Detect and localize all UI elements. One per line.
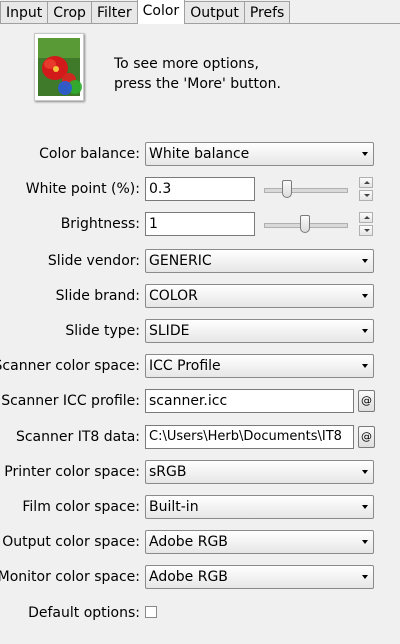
monitor-color-space-row: Monitor color space: Adobe RGB (0, 565, 400, 591)
scanner-color-space-row: Scanner color space: ICC Profile (0, 354, 400, 380)
white-point-slider[interactable] (264, 180, 348, 200)
brightness-row: Brightness: 1 (0, 212, 400, 238)
film-color-space-label: Film color space: (22, 499, 140, 515)
spin-down-icon[interactable] (359, 225, 373, 236)
slide-brand-select[interactable]: COLOR (145, 284, 374, 308)
scanner-it8-data-input[interactable]: C:\Users\Herb\Documents\IT8 (145, 425, 354, 449)
output-color-space-row: Output color space: Adobe RGB (0, 530, 400, 556)
slide-type-value: SLIDE (149, 323, 190, 339)
color-balance-row: Color balance: White balance (0, 142, 400, 168)
slide-vendor-select[interactable]: GENERIC (145, 249, 374, 273)
scanner-color-space-value: ICC Profile (149, 358, 221, 374)
scanner-icc-profile-input[interactable]: scanner.icc (145, 389, 354, 413)
slider-thumb[interactable] (282, 180, 292, 198)
printer-color-space-label: Printer color space: (4, 464, 140, 480)
white-point-row: White point (%): 0.3 (0, 177, 400, 203)
slide-brand-value: COLOR (149, 288, 198, 304)
slide-brand-row: Slide brand: COLOR (0, 284, 400, 310)
color-balance-select[interactable]: White balance (145, 142, 374, 166)
monitor-color-space-label: Monitor color space: (0, 569, 140, 585)
chevron-down-icon (362, 259, 368, 263)
slide-type-label: Slide type: (65, 323, 140, 339)
output-color-space-label: Output color space: (2, 534, 140, 550)
brightness-spinner[interactable] (359, 212, 373, 236)
monitor-color-space-select[interactable]: Adobe RGB (145, 565, 374, 589)
color-balance-label: Color balance: (39, 146, 140, 162)
chevron-down-icon (362, 329, 368, 333)
tab-output[interactable]: Output (184, 1, 245, 23)
spin-up-icon[interactable] (359, 177, 373, 188)
printer-color-space-value: sRGB (149, 464, 187, 480)
slide-vendor-value: GENERIC (149, 253, 212, 269)
scanner-icc-profile-value: scanner.icc (149, 393, 228, 409)
film-color-space-row: Film color space: Built-in (0, 495, 400, 521)
slider-thumb[interactable] (300, 215, 310, 233)
scanner-color-space-select[interactable]: ICC Profile (145, 354, 374, 378)
tab-crop[interactable]: Crop (47, 1, 92, 23)
scanner-it8-data-row: Scanner IT8 data: C:\Users\Herb\Document… (0, 425, 400, 451)
brightness-input[interactable]: 1 (145, 212, 255, 236)
film-color-space-select[interactable]: Built-in (145, 495, 374, 519)
printer-color-space-row: Printer color space: sRGB (0, 460, 400, 486)
browse-it8-button[interactable]: @ (358, 426, 375, 448)
monitor-color-space-value: Adobe RGB (149, 569, 228, 585)
slider-track (264, 188, 348, 193)
white-point-input[interactable]: 0.3 (145, 177, 255, 201)
scanner-color-space-label: Scanner color space: (0, 358, 140, 374)
slide-brand-label: Slide brand: (55, 288, 140, 304)
spin-down-icon[interactable] (359, 190, 373, 201)
photo-color-icon (34, 33, 84, 101)
tab-prefs[interactable]: Prefs (243, 1, 291, 23)
brightness-label: Brightness: (60, 216, 140, 232)
brightness-value: 1 (149, 216, 158, 232)
chevron-down-icon (362, 575, 368, 579)
chevron-down-icon (362, 505, 368, 509)
white-point-label: White point (%): (25, 181, 140, 197)
film-color-space-value: Built-in (149, 499, 199, 515)
brightness-slider[interactable] (264, 215, 348, 235)
scanner-it8-data-label: Scanner IT8 data: (15, 429, 140, 445)
info-line-1: To see more options, (114, 56, 259, 72)
tab-input[interactable]: Input (0, 1, 49, 23)
default-options-row: Default options: (0, 601, 400, 627)
spin-up-icon[interactable] (359, 212, 373, 223)
scanner-it8-data-value: C:\Users\Herb\Documents\IT8 (149, 429, 342, 444)
info-line-2: press the 'More' button. (114, 76, 281, 92)
chevron-down-icon (362, 364, 368, 368)
slide-type-row: Slide type: SLIDE (0, 319, 400, 345)
scanner-icc-profile-label: Scanner ICC profile: (1, 393, 140, 409)
chevron-down-icon (362, 152, 368, 156)
color-panel: To see more options, press the 'More' bu… (0, 24, 400, 644)
info-message: To see more options, press the 'More' bu… (114, 54, 384, 94)
browse-icc-button[interactable]: @ (358, 390, 375, 412)
white-point-spinner[interactable] (359, 177, 373, 201)
color-balance-value: White balance (149, 146, 250, 162)
white-point-value: 0.3 (149, 181, 172, 197)
scanner-icc-profile-row: Scanner ICC profile: scanner.icc @ (0, 389, 400, 415)
slide-type-select[interactable]: SLIDE (145, 319, 374, 343)
slide-vendor-label: Slide vendor: (47, 253, 140, 269)
printer-color-space-select[interactable]: sRGB (145, 460, 374, 484)
tab-bar: Input Crop Filter Color Output Prefs (0, 0, 400, 24)
chevron-down-icon (362, 470, 368, 474)
output-color-space-value: Adobe RGB (149, 534, 228, 550)
output-color-space-select[interactable]: Adobe RGB (145, 530, 374, 554)
default-options-label: Default options: (28, 605, 140, 621)
chevron-down-icon (362, 540, 368, 544)
chevron-down-icon (362, 294, 368, 298)
tab-filter[interactable]: Filter (90, 1, 138, 23)
default-options-checkbox[interactable] (145, 606, 157, 618)
slide-vendor-row: Slide vendor: GENERIC (0, 249, 400, 275)
tab-color[interactable]: Color (136, 0, 186, 24)
